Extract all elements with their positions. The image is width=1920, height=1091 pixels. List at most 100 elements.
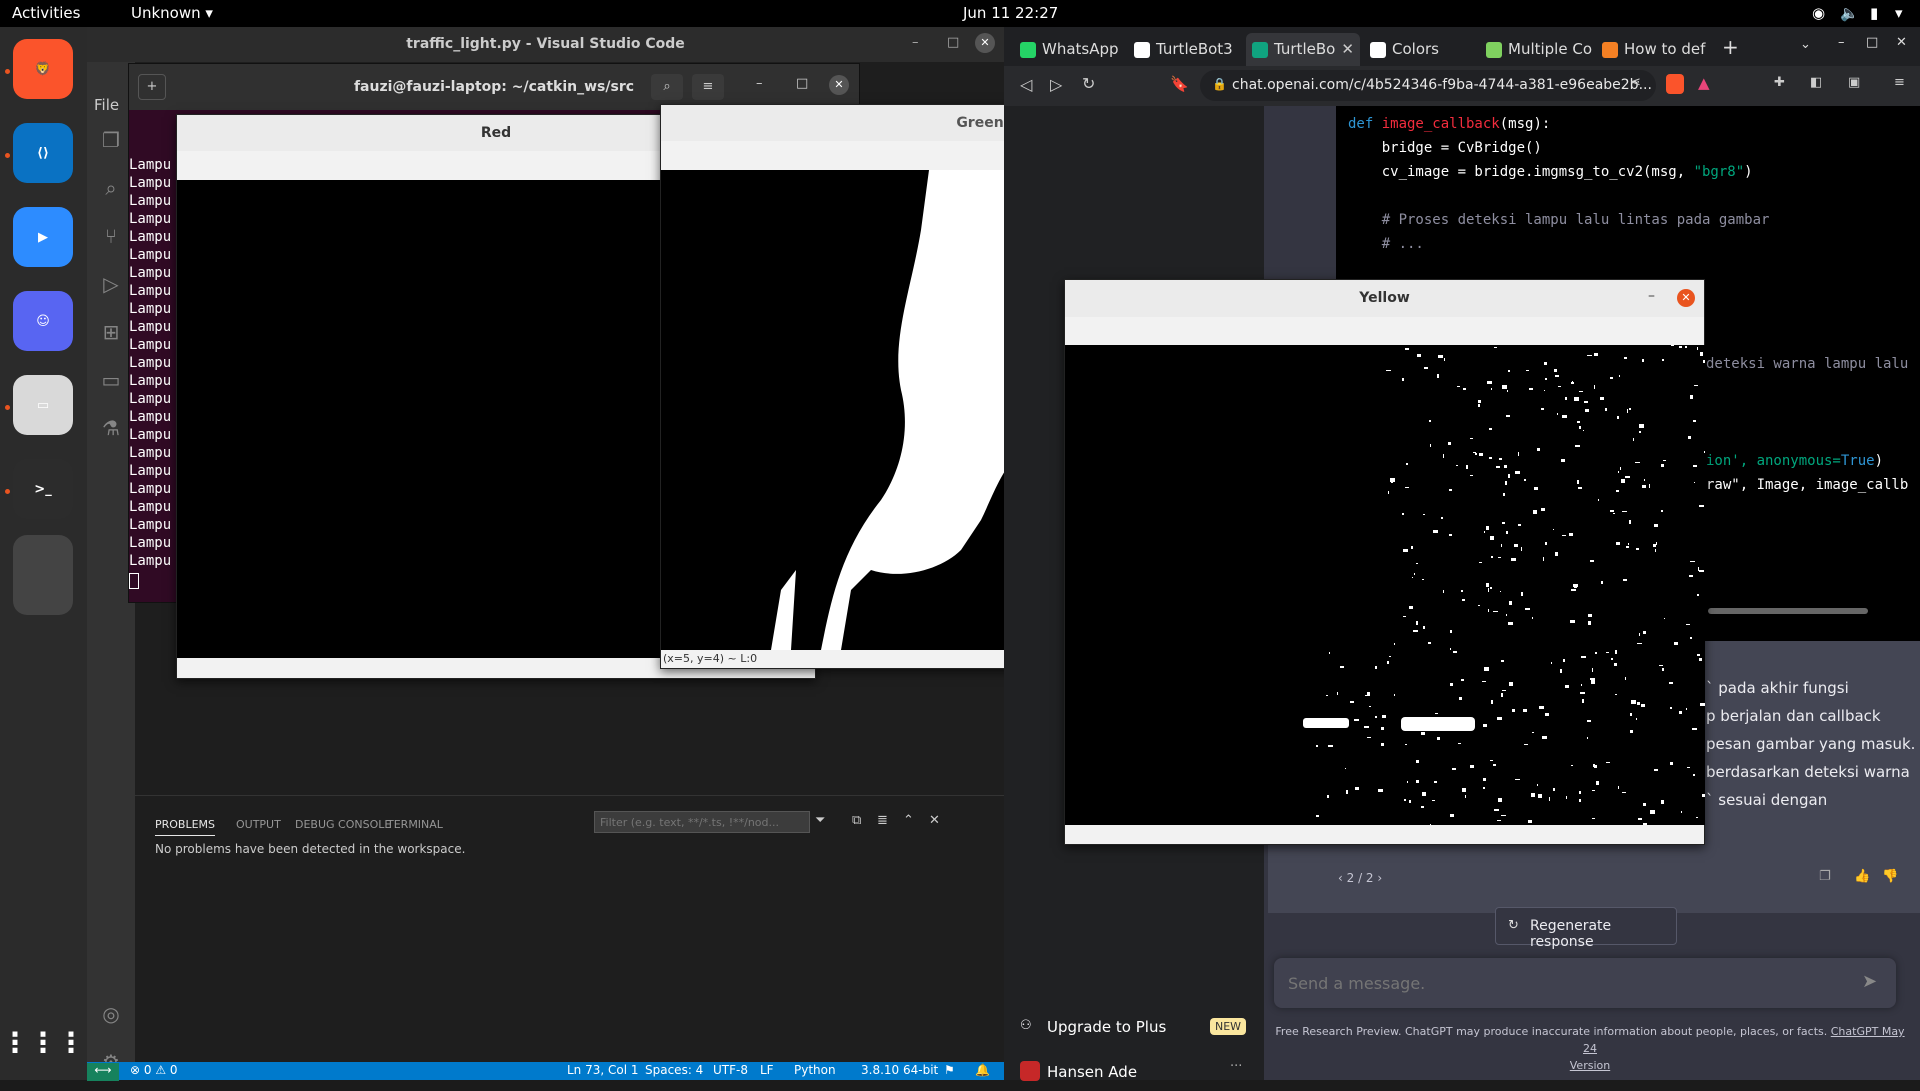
explorer-icon[interactable]: ❐ <box>99 128 123 152</box>
maximize-icon[interactable]: □ <box>947 35 959 50</box>
reload-icon[interactable]: ↻ <box>1082 74 1095 93</box>
tab-search-chevron-icon[interactable]: ⌄ <box>1800 37 1811 52</box>
encoding[interactable]: UTF-8 <box>713 1063 748 1077</box>
address-bar[interactable]: 🔒 chat.openai.com/c/4b524346-f9ba-4744-a… <box>1200 70 1656 101</box>
tab-colors-detection[interactable]: Colors Dete <box>1364 33 1476 91</box>
mask-speckle <box>1629 408 1631 410</box>
minimize-icon[interactable]: – <box>756 76 763 91</box>
brave-shields-icon[interactable] <box>1666 74 1684 94</box>
terminal-icon[interactable]: >_ <box>13 459 73 519</box>
maximize-icon[interactable]: □ <box>1866 35 1878 50</box>
menu-icon[interactable]: ≡ <box>1894 75 1905 90</box>
tab-label: WhatsApp <box>1042 40 1119 58</box>
search-icon[interactable]: ⌕ <box>99 176 123 200</box>
menu-file[interactable]: File <box>94 96 119 114</box>
version-link-cont[interactable]: Version <box>1570 1059 1610 1072</box>
problems-count[interactable]: ⊗ 0 ⚠ 0 <box>130 1063 178 1077</box>
system-menu-chevron-icon[interactable]: ▾ <box>1895 4 1903 22</box>
tab-debug-console[interactable]: DEBUG CONSOLE <box>295 818 391 831</box>
opencv-window-icon[interactable] <box>13 535 73 615</box>
tab-terminal[interactable]: TERMINAL <box>387 818 443 831</box>
mask-speckle <box>1622 511 1627 512</box>
tab-multiple-colors[interactable]: Multiple Co <box>1480 33 1592 66</box>
list-view-icon[interactable]: ≣ <box>877 813 888 828</box>
regenerate-button[interactable]: ↻ Regenerate response <box>1495 907 1677 950</box>
problems-filter-input[interactable] <box>594 811 810 833</box>
bookmark-icon[interactable]: 🔖 <box>1170 75 1189 93</box>
thumbs-up-icon[interactable]: 👍 <box>1854 869 1870 884</box>
menu-icon[interactable]: ≡ <box>692 74 724 100</box>
files-icon[interactable]: ▭ <box>13 375 73 435</box>
upgrade-plus-button[interactable]: ⚇ Upgrade to Plus NEW <box>1012 1006 1256 1050</box>
mask-speckle <box>1562 535 1566 536</box>
discord-icon[interactable]: ☺ <box>13 291 73 351</box>
extensions-icon[interactable]: ⊞ <box>99 320 123 344</box>
tab-chatgpt-active[interactable]: TurtleBo ✕ <box>1246 33 1360 66</box>
url-text[interactable]: chat.openai.com/c/4b524346-f9ba-4744-a38… <box>1232 77 1652 93</box>
close-icon[interactable]: ✕ <box>1677 289 1695 307</box>
forward-icon[interactable]: ▷ <box>1050 75 1062 94</box>
minimize-icon[interactable]: – <box>912 35 919 50</box>
eol[interactable]: LF <box>760 1063 774 1077</box>
send-icon[interactable]: ➤ <box>1862 971 1877 992</box>
new-tab-icon[interactable]: + <box>1722 35 1739 59</box>
activities-button[interactable]: Activities <box>12 4 80 22</box>
feedback-icon[interactable]: ⚑ <box>944 1063 955 1077</box>
language-mode[interactable]: Python <box>794 1063 836 1077</box>
back-icon[interactable]: ◁ <box>1020 75 1032 94</box>
share-icon[interactable]: ⋖ <box>1630 75 1641 90</box>
remote-explorer-icon[interactable]: ▭ <box>99 368 123 392</box>
maximize-icon[interactable]: □ <box>796 76 808 91</box>
battery-icon[interactable]: ▮ <box>1870 4 1878 22</box>
show-apps-icon[interactable]: ⋮⋮⋮ <box>1 1012 85 1072</box>
brave-rewards-icon[interactable]: ▲ <box>1698 74 1710 92</box>
mask-speckle <box>1345 768 1346 769</box>
lock-icon[interactable]: 🔒 <box>1212 77 1227 91</box>
filter-icon[interactable]: ⏷ <box>815 813 825 828</box>
code-scrollbar[interactable] <box>1708 608 1868 614</box>
zoom-icon[interactable]: ▶ <box>13 207 73 267</box>
copy-icon[interactable]: ❐ <box>1819 869 1831 884</box>
vscode-icon[interactable]: ⟨⟩ <box>13 123 73 183</box>
notifications-icon[interactable]: 🔔 <box>975 1063 990 1077</box>
close-panel-icon[interactable]: ✕ <box>929 813 940 828</box>
close-icon[interactable]: ✕ <box>829 75 849 95</box>
run-debug-icon[interactable]: ▷ <box>99 272 123 296</box>
collapse-all-icon[interactable]: ⧉ <box>852 813 861 828</box>
wifi-icon[interactable]: ◉ <box>1812 4 1825 22</box>
more-options-icon[interactable]: ··· <box>1230 1059 1242 1074</box>
tab-problems[interactable]: PROBLEMS <box>155 818 216 836</box>
close-icon[interactable]: ✕ <box>1896 35 1907 50</box>
indentation[interactable]: Spaces: 4 <box>645 1063 703 1077</box>
cursor-position[interactable]: Ln 73, Col 1 <box>567 1063 639 1077</box>
tab-turtlebot3[interactable]: TurtleBot3 <box>1128 33 1243 66</box>
testing-icon[interactable]: ⚗ <box>99 416 123 440</box>
tab-output[interactable]: OUTPUT <box>236 818 281 831</box>
interpreter[interactable]: 3.8.10 64-bit <box>861 1063 938 1077</box>
account-button[interactable]: Hansen Ade ··· <box>1012 1051 1256 1091</box>
remote-indicator-icon[interactable]: ⟷ <box>87 1063 119 1081</box>
footer-text: Free Research Preview. ChatGPT may produ… <box>1275 1025 1828 1038</box>
response-pager[interactable]: ‹ 2 / 2 › <box>1338 871 1382 885</box>
extensions-icon[interactable]: ✚ <box>1774 75 1785 90</box>
clock[interactable]: Jun 11 22:27 <box>963 4 1058 22</box>
account-icon[interactable]: ◎ <box>99 1002 123 1026</box>
close-tab-icon[interactable]: ✕ <box>1341 33 1354 66</box>
new-tab-icon[interactable]: + <box>138 74 166 100</box>
search-icon[interactable]: ⌕ <box>651 74 683 100</box>
close-icon[interactable]: ✕ <box>975 33 995 53</box>
sidebar-icon[interactable]: ◧ <box>1810 75 1822 90</box>
minimize-icon[interactable]: – <box>1838 35 1845 50</box>
message-input[interactable] <box>1288 971 1848 995</box>
minimize-icon[interactable]: – <box>1648 288 1655 304</box>
app-menu[interactable]: Unknown ▾ <box>131 4 213 22</box>
tab-how-to-define[interactable]: How to def <box>1596 33 1708 66</box>
source-control-icon[interactable]: ⑂ <box>99 224 123 248</box>
maximize-panel-icon[interactable]: ⌃ <box>903 813 914 828</box>
message-box[interactable]: ➤ <box>1274 958 1896 1008</box>
volume-icon[interactable]: 🔈 <box>1840 4 1859 22</box>
thumbs-down-icon[interactable]: 👎 <box>1882 869 1898 884</box>
brave-icon[interactable]: 🦁 <box>13 39 73 99</box>
wallet-icon[interactable]: ▣ <box>1848 75 1860 90</box>
tab-whatsapp[interactable]: WhatsApp <box>1014 33 1124 66</box>
